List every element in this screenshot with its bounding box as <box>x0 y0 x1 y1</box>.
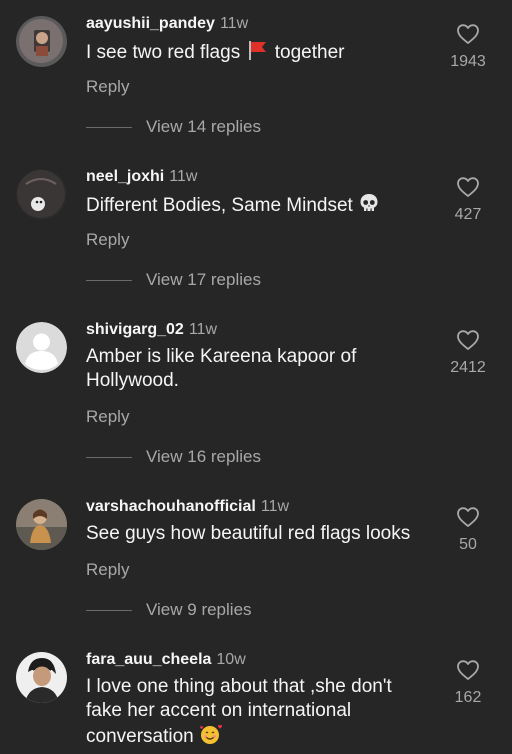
view-replies-button[interactable]: View 9 replies <box>86 600 252 620</box>
timestamp: 11w <box>260 498 289 515</box>
heart-icon <box>457 507 479 527</box>
comment-text: See guys how beautiful red flags looks <box>86 523 411 544</box>
view-replies-button[interactable]: View 16 replies <box>86 447 261 467</box>
divider-line <box>86 609 132 611</box>
username[interactable]: fara_auu_cheela <box>86 651 211 668</box>
timestamp: 11w <box>188 321 217 338</box>
divider-line <box>86 456 132 458</box>
like-count: 1943 <box>450 53 486 70</box>
like-button[interactable]: 2412 <box>440 329 496 377</box>
like-button[interactable]: 162 <box>440 659 496 707</box>
avatar[interactable] <box>16 169 67 220</box>
username[interactable]: aayushii_pandey <box>86 15 215 32</box>
red-flag-icon <box>245 39 269 68</box>
reply-button[interactable]: Reply <box>86 77 129 97</box>
timestamp: 11w <box>169 168 198 185</box>
timestamp: 10w <box>216 651 246 668</box>
heart-icon <box>457 24 479 44</box>
heart-icon <box>457 177 479 197</box>
comment-text: Different Bodies, Same Mindset <box>86 192 431 221</box>
comment-header: fara_auu_cheela 10w <box>86 650 246 670</box>
divider-line <box>86 279 132 281</box>
heart-icon <box>457 330 479 350</box>
like-count: 427 <box>454 206 482 223</box>
view-replies-label: View 14 replies <box>146 117 261 136</box>
skull-icon <box>358 192 380 221</box>
view-replies-label: View 9 replies <box>146 600 252 619</box>
avatar[interactable] <box>16 652 67 703</box>
comment-text-part: I see two red flags <box>86 42 241 63</box>
comment-text: Amber is like Kareena kapoor of Hollywoo… <box>86 346 357 391</box>
comment-header: shivigarg_02 11w <box>86 320 217 340</box>
comments-list: aayushii_pandey 11w I see two red flags t… <box>0 0 512 754</box>
comment-text-part: Different Bodies, Same Mindset <box>86 195 353 216</box>
comment-text-part: I love one thing about that ,she don't f… <box>86 676 392 747</box>
like-count: 50 <box>459 536 477 553</box>
like-count: 2412 <box>450 359 486 376</box>
like-button[interactable]: 1943 <box>440 23 496 71</box>
comment-text: I love one thing about that ,she don't f… <box>86 675 416 752</box>
divider-line <box>86 126 132 128</box>
username[interactable]: neel_joxhi <box>86 168 164 185</box>
heart-icon <box>457 660 479 680</box>
like-count: 162 <box>454 689 482 706</box>
comment-header: varshachouhanofficial 11w <box>86 497 289 517</box>
view-replies-button[interactable]: View 14 replies <box>86 117 261 137</box>
avatar[interactable] <box>16 499 67 550</box>
view-replies-button[interactable]: View 17 replies <box>86 270 261 290</box>
smiling-face-with-hearts-icon <box>199 723 223 752</box>
view-replies-label: View 17 replies <box>146 270 261 289</box>
reply-button[interactable]: Reply <box>86 407 129 427</box>
like-button[interactable]: 50 <box>440 506 496 554</box>
username[interactable]: varshachouhanofficial <box>86 498 256 515</box>
avatar[interactable] <box>16 16 67 67</box>
reply-button[interactable]: Reply <box>86 230 129 250</box>
default-avatar-icon[interactable] <box>16 322 67 373</box>
reply-button[interactable]: Reply <box>86 560 129 580</box>
comment-text-part: together <box>274 42 345 63</box>
comment-text: I see two red flags together <box>86 39 431 68</box>
comment-header: neel_joxhi 11w <box>86 167 197 187</box>
username[interactable]: shivigarg_02 <box>86 321 184 338</box>
timestamp: 11w <box>219 15 249 32</box>
comment-header: aayushii_pandey 11w <box>86 14 248 34</box>
like-button[interactable]: 427 <box>440 176 496 224</box>
view-replies-label: View 16 replies <box>146 447 261 466</box>
